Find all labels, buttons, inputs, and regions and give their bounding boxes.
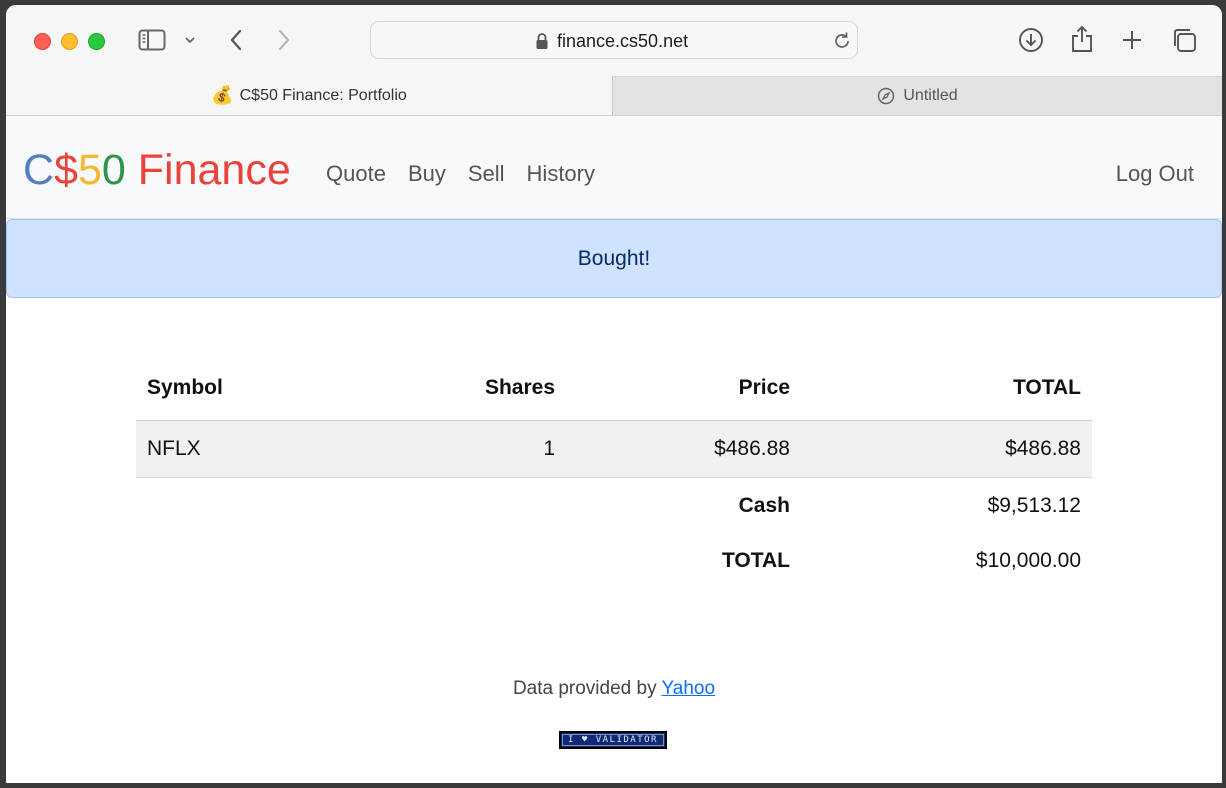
brand-five: 5 [77, 146, 102, 194]
nav-buy[interactable]: Buy [408, 161, 446, 187]
portfolio-table: Symbol Shares Price TOTAL NFLX 1 $486.88… [136, 365, 1092, 588]
tab-portfolio[interactable]: 💰 C$50 Finance: Portfolio [6, 76, 612, 115]
table-row: NFLX 1 $486.88 $486.88 [136, 421, 1092, 478]
close-window-button[interactable] [34, 33, 51, 50]
maximize-window-button[interactable] [88, 33, 105, 50]
brand-logo[interactable]: C$50 Finance [23, 146, 291, 194]
footer: Data provided by Yahoo [6, 678, 1222, 700]
sidebar-icon[interactable] [138, 29, 166, 51]
cell-shares: 1 [543, 437, 555, 460]
chevron-down-icon[interactable] [184, 35, 196, 45]
brand-c: C [23, 146, 55, 194]
forward-icon[interactable] [276, 28, 292, 52]
compass-icon [877, 87, 895, 105]
tab-overview-icon[interactable] [1171, 27, 1197, 53]
new-tab-icon[interactable] [1121, 29, 1143, 51]
tab-label: Untitled [903, 87, 958, 104]
address-bar[interactable]: finance.cs50.net [370, 21, 858, 59]
header-symbol: Symbol [147, 375, 223, 399]
cell-total: $486.88 [1005, 437, 1081, 460]
header-total: TOTAL [1012, 375, 1081, 399]
reload-icon[interactable] [832, 31, 852, 56]
url-text: finance.cs50.net [557, 31, 689, 51]
navbar: C$50 Finance Quote Buy Sell History Log … [6, 116, 1222, 219]
nav-quote[interactable]: Quote [326, 161, 386, 187]
tab-label: C$50 Finance: Portfolio [239, 86, 407, 104]
logout-link[interactable]: Log Out [1116, 161, 1194, 187]
browser-toolbar: finance.cs50.net [6, 5, 1222, 77]
cash-value: $9,513.12 [987, 493, 1081, 517]
header-shares: Shares [484, 375, 555, 399]
table-header-row: Symbol Shares Price TOTAL [136, 365, 1092, 421]
share-icon[interactable] [1071, 25, 1093, 53]
header-price: Price [738, 375, 790, 399]
cell-price: $486.88 [714, 437, 790, 460]
grand-total-label: TOTAL [721, 548, 790, 572]
alert-message: Bought! [577, 246, 651, 270]
brand-dollar: $ [54, 146, 78, 194]
money-bag-icon: 💰 [211, 85, 234, 105]
download-icon[interactable] [1018, 27, 1044, 53]
brand-finance: Finance [125, 146, 291, 194]
validator-badge[interactable]: I ♥ VALIDATOR [559, 731, 667, 749]
brand-zero: 0 [101, 146, 126, 194]
cash-row: Cash $9,513.12 [136, 478, 1092, 533]
lock-icon [535, 32, 549, 55]
grand-total-value: $10,000.00 [975, 548, 1081, 572]
cash-label: Cash [738, 493, 790, 517]
nav-history[interactable]: History [527, 161, 595, 187]
tab-bar: 💰 C$50 Finance: Portfolio Untitled [6, 76, 1222, 116]
alert-banner: Bought! [6, 219, 1222, 298]
minimize-window-button[interactable] [61, 33, 78, 50]
browser-window: finance.cs50.net 💰 C$50 Finance: Portfol… [6, 5, 1222, 783]
nav-links: Quote Buy Sell History [326, 161, 617, 187]
grand-total-row: TOTAL $10,000.00 [136, 533, 1092, 588]
tab-untitled[interactable]: Untitled [612, 76, 1222, 115]
yahoo-link[interactable]: Yahoo [662, 678, 716, 699]
footer-text: Data provided by [512, 678, 662, 699]
cell-symbol: NFLX [147, 437, 201, 460]
back-icon[interactable] [228, 28, 244, 52]
nav-sell[interactable]: Sell [468, 161, 505, 187]
